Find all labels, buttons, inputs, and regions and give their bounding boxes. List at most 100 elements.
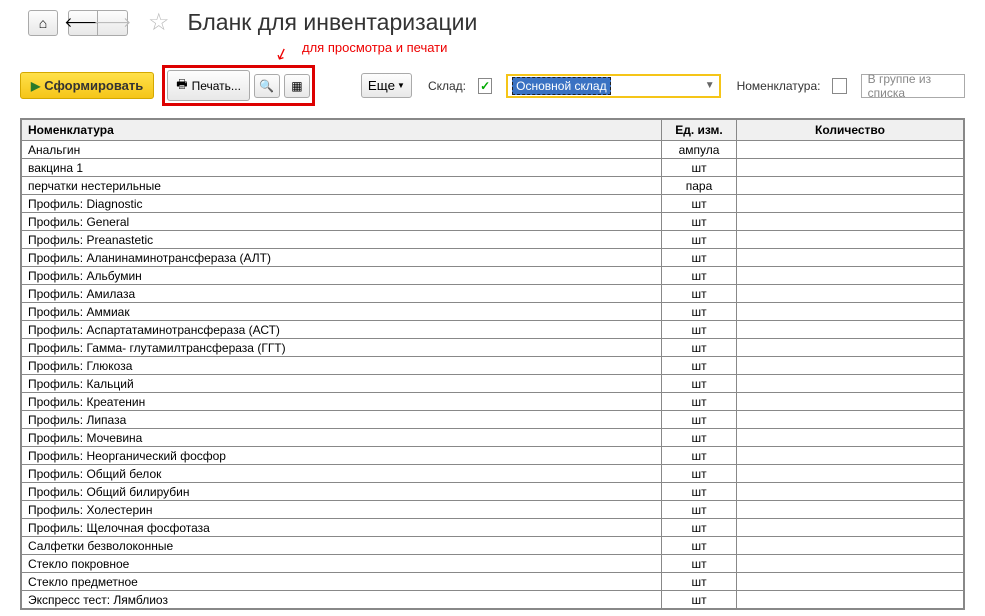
cell-unit: шт [662,213,737,231]
cell-nomenclature: Профиль: Аспартатаминотрансфераза (АСТ) [22,321,662,339]
table-row[interactable]: Профиль: Аланинаминотрансфераза (АЛТ)шт [22,249,964,267]
cell-unit: шт [662,555,737,573]
cell-nomenclature: Профиль: Кальций [22,375,662,393]
cell-nomenclature: Профиль: Гамма- глутамилтрансфераза (ГГТ… [22,339,662,357]
cell-nomenclature: Профиль: Глюкоза [22,357,662,375]
printer-icon: 🖶 [176,75,187,96]
cell-nomenclature: Профиль: Мочевина [22,429,662,447]
table-row[interactable]: Профиль: Generalшт [22,213,964,231]
cell-nomenclature: Профиль: Общий билирубин [22,483,662,501]
cell-quantity[interactable] [737,159,964,177]
cell-unit: шт [662,411,737,429]
cell-quantity[interactable] [737,573,964,591]
forward-button[interactable]: 🡒 [98,10,128,36]
table-row[interactable]: Профиль: Общий белокшт [22,465,964,483]
table-row[interactable]: Профиль: Глюкозашт [22,357,964,375]
table-row[interactable]: вакцина 1шт [22,159,964,177]
cell-unit: шт [662,591,737,609]
cell-nomenclature: Профиль: Preanastetic [22,231,662,249]
cell-unit: шт [662,375,737,393]
annotation-text: для просмотра и печати [302,40,447,55]
cell-unit: шт [662,465,737,483]
cell-quantity[interactable] [737,501,964,519]
print-button[interactable]: 🖶 Печать... [167,70,250,101]
table-row[interactable]: Профиль: Diagnosticшт [22,195,964,213]
cell-unit: шт [662,339,737,357]
cell-quantity[interactable] [737,411,964,429]
cell-quantity[interactable] [737,177,964,195]
more-button[interactable]: Еще ▼ [361,73,412,98]
print-group-highlight: 🖶 Печать... 🔍 ▦ [162,65,315,106]
cell-quantity[interactable] [737,195,964,213]
table-row[interactable]: Анальгинампула [22,141,964,159]
cell-quantity[interactable] [737,447,964,465]
group-placeholder: В группе из списка [868,72,958,100]
cell-quantity[interactable] [737,375,964,393]
cell-unit: шт [662,303,737,321]
cell-quantity[interactable] [737,393,964,411]
warehouse-select[interactable]: Основной склад ▼ [506,74,720,98]
cell-nomenclature: Анальгин [22,141,662,159]
table-row[interactable]: Профиль: Preanasteticшт [22,231,964,249]
cell-nomenclature: Профиль: Альбумин [22,267,662,285]
cell-unit: ампула [662,141,737,159]
warehouse-checkbox[interactable]: ✓ [478,78,492,94]
cell-quantity[interactable] [737,429,964,447]
table-row[interactable]: Профиль: Общий билирубиншт [22,483,964,501]
cell-quantity[interactable] [737,519,964,537]
table-row[interactable]: Профиль: Амилазашт [22,285,964,303]
cell-quantity[interactable] [737,267,964,285]
table-row[interactable]: Профиль: Липазашт [22,411,964,429]
form-button-label: Сформировать [44,78,143,93]
header-quantity[interactable]: Количество [737,120,964,141]
table-row[interactable]: Профиль: Аммиакшт [22,303,964,321]
cell-nomenclature: Профиль: Неорганический фосфор [22,447,662,465]
cell-quantity[interactable] [737,213,964,231]
group-input[interactable]: В группе из списка [861,74,965,98]
favorite-icon[interactable]: ☆ [148,8,170,37]
table-row[interactable]: Экспресс тест: Лямблиозшт [22,591,964,609]
chevron-down-icon: ▼ [705,80,715,91]
nomenclature-checkbox[interactable] [832,78,846,94]
cell-quantity[interactable] [737,357,964,375]
cell-unit: шт [662,321,737,339]
cell-nomenclature: Профиль: Аммиак [22,303,662,321]
cell-unit: шт [662,573,737,591]
spreadsheet-icon: ▦ [291,79,302,93]
cell-quantity[interactable] [737,249,964,267]
cell-nomenclature: вакцина 1 [22,159,662,177]
header-nomenclature[interactable]: Номенклатура [22,120,662,141]
cell-nomenclature: Стекло покровное [22,555,662,573]
cell-quantity[interactable] [737,591,964,609]
cell-nomenclature: Стекло предметное [22,573,662,591]
cell-quantity[interactable] [737,537,964,555]
table-row[interactable]: Салфетки безволоконныешт [22,537,964,555]
table-row[interactable]: Стекло предметноешт [22,573,964,591]
header-unit[interactable]: Ед. изм. [662,120,737,141]
preview-button[interactable]: 🔍 [254,74,280,98]
home-button[interactable]: ⌂ [28,10,58,36]
table-row[interactable]: Профиль: Холестериншт [22,501,964,519]
table-row[interactable]: Профиль: Гамма- глутамилтрансфераза (ГГТ… [22,339,964,357]
table-row[interactable]: Стекло покровноешт [22,555,964,573]
table-row[interactable]: Профиль: Неорганический фосфоршт [22,447,964,465]
cell-quantity[interactable] [737,465,964,483]
table-row[interactable]: Профиль: Альбуминшт [22,267,964,285]
cell-quantity[interactable] [737,231,964,249]
cell-quantity[interactable] [737,321,964,339]
table-row[interactable]: перчатки нестерильныепара [22,177,964,195]
cell-quantity[interactable] [737,285,964,303]
table-row[interactable]: Профиль: Креатениншт [22,393,964,411]
table-row[interactable]: Профиль: Мочевинашт [22,429,964,447]
cell-quantity[interactable] [737,555,964,573]
table-row[interactable]: Профиль: Кальцийшт [22,375,964,393]
table-row[interactable]: Профиль: Аспартатаминотрансфераза (АСТ)ш… [22,321,964,339]
cell-unit: шт [662,357,737,375]
cell-quantity[interactable] [737,339,964,357]
cell-quantity[interactable] [737,303,964,321]
table-row[interactable]: Профиль: Щелочная фосфотазашт [22,519,964,537]
cell-quantity[interactable] [737,483,964,501]
form-button[interactable]: ▶ Сформировать [20,72,154,99]
export-button[interactable]: ▦ [284,74,310,98]
cell-quantity[interactable] [737,141,964,159]
